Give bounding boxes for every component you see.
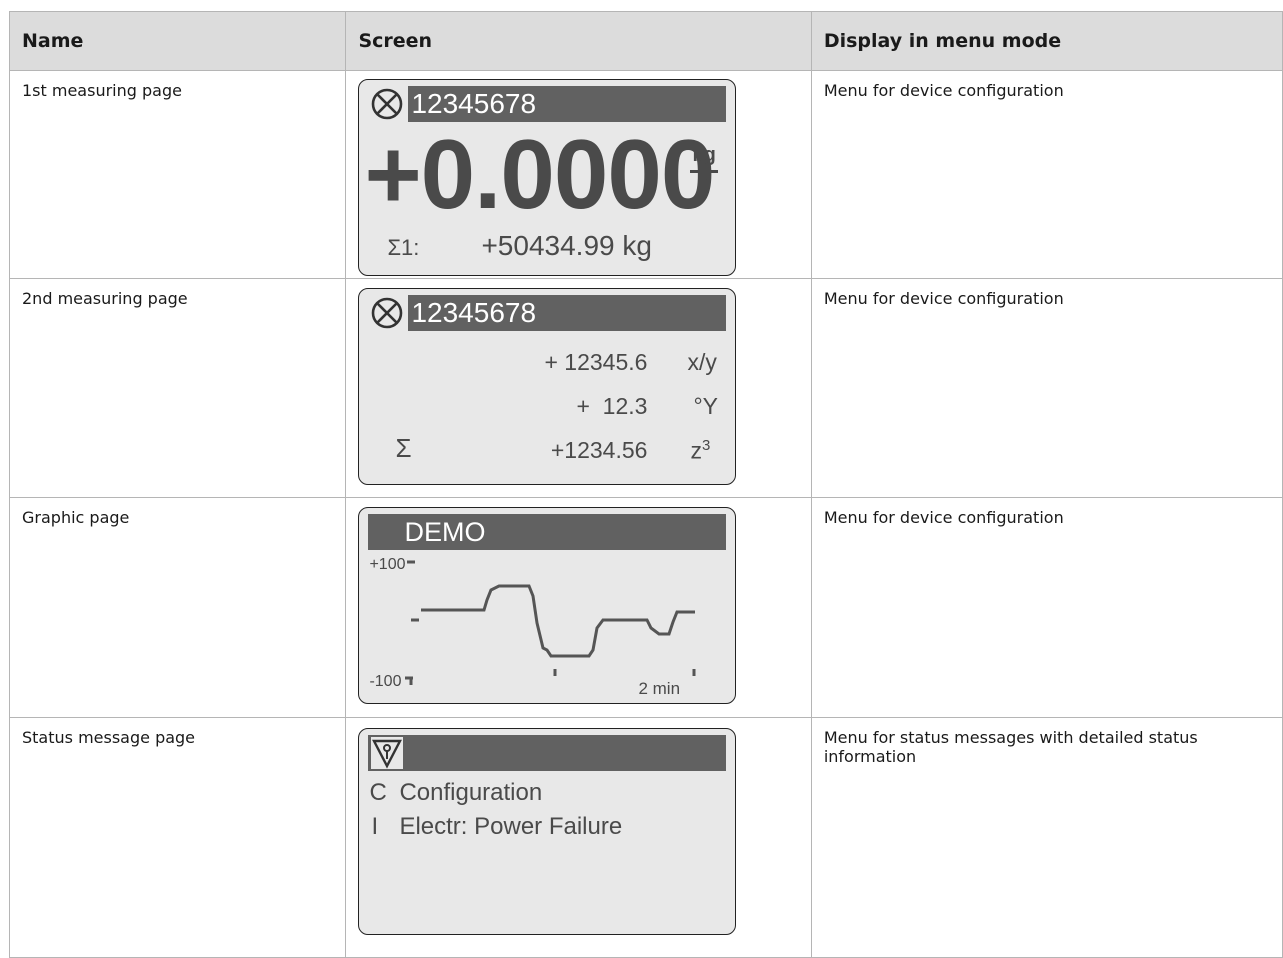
line-value: +1234.56 (550, 437, 648, 463)
row-name: 2nd measuring page (8, 278, 347, 498)
header-bar: 12345678 (368, 295, 727, 331)
totalizer-value: +50434.99 kg (481, 230, 652, 261)
trend-curve (405, 560, 696, 685)
sum-symbol: Σ (395, 433, 412, 463)
line-value: + 12345.6 (544, 349, 648, 375)
lcd-screen-measuring-2: 12345678 + 12345.6 x/y + 12.3 °Y Σ +1234… (358, 288, 737, 485)
totalizer-label: Σ1: (387, 235, 420, 260)
row-name: Status message page (8, 717, 347, 958)
status-code: I (371, 813, 379, 840)
lcd-screen-measuring-1: 12345678 +0.0000 kg h Σ1: +50434.99 kg (358, 79, 737, 276)
table-row: Graphic page DEMO +100 -100 2 min Menu f… (8, 497, 1283, 718)
table-row: Status message page C Configuration I El… (8, 717, 1283, 958)
header-bar (368, 735, 727, 771)
row-screen: C Configuration I Electr: Power Failure (345, 717, 812, 958)
row-display: Menu for status messages with detailed s… (810, 717, 1283, 958)
maintenance-warning-icon (371, 737, 404, 769)
status-code: C (369, 779, 387, 806)
row-display: Menu for device configuration (810, 497, 1283, 718)
row-display: Menu for device configuration (810, 278, 1283, 498)
line-unit: z3 (690, 437, 711, 464)
line-unit: x/y (687, 349, 717, 375)
row-screen: 12345678 +0.0000 kg h Σ1: +50434.99 kg (345, 70, 812, 279)
table-row: 2nd measuring page 12345678 + 12345.6 x/… (8, 278, 1283, 498)
row-screen: DEMO +100 -100 2 min (345, 497, 812, 718)
device-tag: 12345678 (411, 297, 537, 328)
unit-numerator: kg (692, 144, 716, 166)
status-text: Configuration (399, 779, 543, 806)
header-name: Name (8, 11, 347, 71)
table-row: 1st measuring page 12345678 +0.0000 kg h… (8, 70, 1283, 279)
lcd-screen-graphic: DEMO +100 -100 2 min (358, 507, 737, 704)
unit-denominator: h (697, 173, 710, 195)
main-value: +0.0000 (364, 119, 715, 229)
row-display: Menu for device configuration (810, 70, 1283, 279)
line-unit: °Y (693, 393, 718, 419)
header-screen: Screen (345, 11, 812, 71)
line-value: + 12.3 (576, 393, 648, 419)
status-text: Electr: Power Failure (399, 813, 623, 840)
status-ok-icon (368, 295, 409, 331)
row-screen: 12345678 + 12345.6 x/y + 12.3 °Y Σ +1234… (345, 278, 812, 498)
display-pages-table: Name Screen Display in menu mode 1st mea… (8, 11, 1283, 958)
lcd-screen-status: C Configuration I Electr: Power Failure (358, 728, 737, 935)
header-display: Display in menu mode (810, 11, 1283, 71)
header-row: Name Screen Display in menu mode (8, 11, 1283, 71)
row-name: Graphic page (8, 497, 347, 718)
row-name: 1st measuring page (8, 70, 347, 279)
